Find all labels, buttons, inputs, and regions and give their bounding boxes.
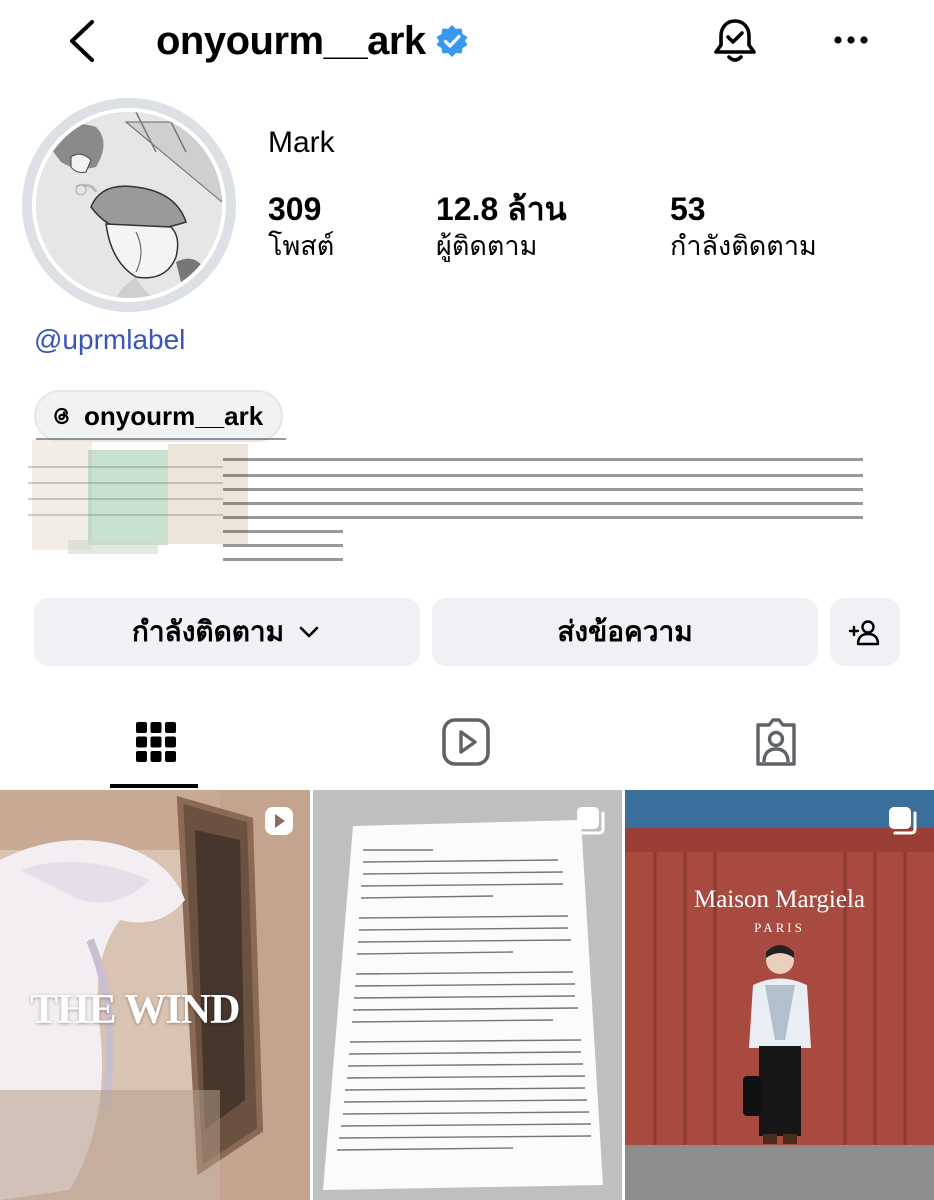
stat-posts[interactable]: 309 โพสต์: [268, 190, 334, 264]
tab-tagged[interactable]: [726, 696, 826, 788]
stat-label: กำลังติดตาม: [670, 231, 817, 261]
verified-badge-icon: [436, 25, 468, 57]
profile-header: onyourm__ark: [0, 0, 934, 90]
tab-reels[interactable]: [416, 696, 516, 788]
message-button-label: ส่งข้อความ: [557, 616, 693, 647]
notification-bell-icon[interactable]: [708, 14, 762, 68]
stat-value: 309: [268, 191, 322, 227]
following-button[interactable]: กำลังติดตาม: [34, 598, 420, 666]
stat-followers[interactable]: 12.8 ล้าน ผู้ติดตาม: [436, 190, 567, 264]
post-image: [313, 790, 622, 1200]
following-button-label: กำลังติดตาม: [131, 616, 285, 647]
username-row: onyourm__ark: [156, 14, 470, 68]
chevron-left-icon[interactable]: [62, 18, 102, 64]
suggest-people-button[interactable]: [830, 598, 900, 666]
tab-posts-grid[interactable]: [106, 696, 206, 788]
username: onyourm__ark: [156, 18, 426, 63]
post-overlay-title: Maison Margiela: [693, 886, 866, 913]
threads-icon: [54, 407, 69, 425]
stat-following[interactable]: 53 กำลังติดตาม: [670, 190, 817, 264]
stat-label: โพสต์: [268, 231, 335, 261]
active-tab-indicator: [110, 784, 198, 788]
carousel-icon: [889, 807, 917, 835]
grid-icon: [136, 722, 176, 762]
post-overlay-text: THE WIND: [30, 987, 240, 1033]
chevron-down-icon: [299, 626, 319, 638]
stat-value: 53: [670, 191, 706, 227]
posts-grid: THE WIND Maison Margiela PARIS: [0, 790, 934, 1200]
story-ring[interactable]: [22, 98, 236, 312]
tagged-icon: [756, 718, 796, 766]
reel-icon: [265, 807, 293, 835]
post-tile[interactable]: Maison Margiela PARIS: [625, 790, 934, 1200]
display-name: Mark: [268, 126, 335, 159]
reels-icon: [442, 718, 490, 766]
post-image: [625, 790, 934, 1200]
stat-label: ผู้ติดตาม: [436, 231, 538, 261]
message-button[interactable]: ส่งข้อความ: [432, 598, 818, 666]
threads-handle: onyourm__ark: [84, 400, 264, 431]
mention-link[interactable]: @uprmlabel: [34, 324, 185, 356]
carousel-icon: [577, 807, 605, 835]
stat-value: 12.8 ล้าน: [436, 191, 567, 227]
post-tile[interactable]: [313, 790, 622, 1200]
more-options-icon[interactable]: [826, 22, 876, 58]
add-person-icon: [848, 620, 880, 646]
bio-artifact: [28, 438, 863, 561]
post-tile[interactable]: THE WIND: [0, 790, 310, 1200]
post-overlay-subtitle: PARIS: [754, 920, 805, 935]
avatar: [36, 111, 223, 298]
